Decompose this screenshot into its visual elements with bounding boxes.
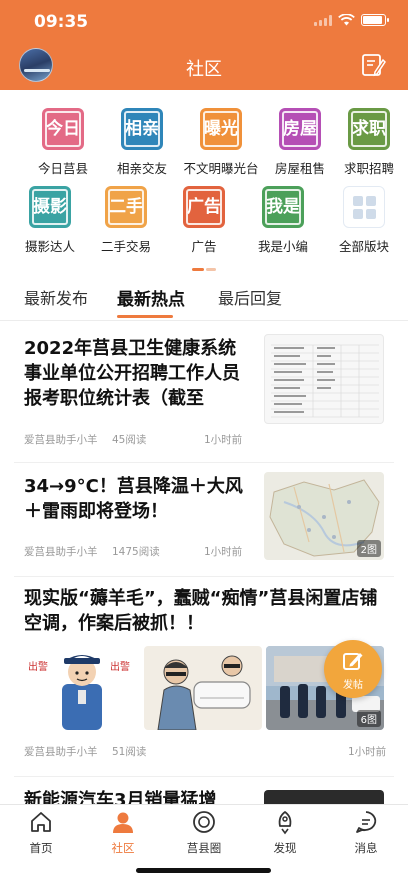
community-icon (113, 812, 133, 833)
post-title: 2022年莒县卫生健康系统事业单位公开招聘工作人员报考职位统计表（截至 (24, 338, 240, 409)
couple-icon: 相亲 (121, 108, 163, 150)
post-image-2 (144, 646, 262, 730)
tab-last-reply[interactable]: 最后回复 (218, 285, 282, 309)
post-thumbnail (264, 334, 384, 424)
image-count-badge: 6图 (356, 710, 381, 727)
post-meta: 爱莒县助手小羊 51阅读 1小时前 (24, 744, 386, 758)
post-title: 现实版“薅羊毛”，蠢贼“痴情”莒县闲置店铺空调，作案后被抓！！ (24, 588, 378, 634)
category-jobs[interactable]: 求职 求职招聘 (339, 108, 399, 177)
grid-icon (343, 186, 385, 228)
tabbar-juxian-circle[interactable]: 莒县圈 (174, 809, 234, 856)
post-item[interactable]: 2022年莒县卫生健康系统事业单位公开招聘工作人员报考职位统计表（截至 爱莒县助… (0, 322, 408, 462)
post-time: 1小时前 (348, 746, 387, 758)
tabbar-home[interactable]: 首页 (11, 809, 71, 856)
new-post-button[interactable]: 发帖 (324, 640, 382, 698)
rocket-icon (278, 811, 292, 835)
divider (14, 462, 394, 463)
editor-icon: 我是 (262, 186, 304, 228)
tabbar-community[interactable]: 社区 (93, 809, 153, 856)
post-thumbnail (264, 790, 384, 804)
post-meta: 爱莒县助手小羊 45阅读 1小时前 (24, 432, 244, 446)
post-time: 1小时前 (204, 434, 243, 446)
wifi-icon (338, 14, 355, 26)
home-indicator (136, 868, 271, 873)
category-dating[interactable]: 相亲 相亲交友 (102, 108, 182, 177)
divider (14, 576, 394, 577)
post-reads: 51阅读 (112, 746, 147, 758)
battery-icon (361, 14, 389, 26)
briefcase-icon: 求职 (348, 108, 390, 150)
category-housing[interactable]: 房屋 房屋租售 (260, 108, 340, 177)
post-reads: 45阅读 (112, 434, 147, 446)
post-thumbnail: 2图 (264, 472, 384, 560)
tab-hot-topics[interactable]: 最新热点 (117, 285, 185, 318)
post-item[interactable]: 新能源汽车3月销量猛增 (0, 780, 408, 804)
home-icon (31, 812, 51, 832)
calendar-icon: 今日 (42, 108, 84, 150)
svg-text:出警: 出警 (28, 660, 48, 673)
post-image-1: 出警 出警 (22, 646, 140, 730)
house-icon: 房屋 (279, 108, 321, 150)
post-title: 新能源汽车3月销量猛增 (24, 790, 217, 804)
category-photography[interactable]: 摄影 摄影达人 (10, 186, 90, 255)
megaphone-icon: 曝光 (200, 108, 242, 150)
circle-icon (193, 811, 215, 833)
page-title: 社区 (186, 59, 222, 80)
category-all[interactable]: 全部版块 (324, 186, 404, 255)
status-time: 09:35 (34, 12, 89, 32)
category-today-juxian[interactable]: 今日 今日莒县 (23, 108, 103, 177)
post-author: 爱莒县助手小羊 (24, 746, 98, 758)
tabbar-messages[interactable]: 消息 (336, 809, 396, 856)
post-reads: 1475阅读 (112, 546, 160, 558)
message-icon (356, 811, 377, 833)
feed-tabs: 最新发布 最新热点 最后回复 (0, 285, 408, 321)
tabbar-discover[interactable]: 发现 (255, 809, 315, 856)
category-exposure[interactable]: 曝光 不文明曝光台 (181, 108, 261, 177)
image-count-badge: 2图 (356, 540, 381, 557)
post-title: 34→9°C！莒县降温＋大风＋雷雨即将登场！ (24, 476, 243, 522)
post-time: 1小时前 (204, 546, 243, 558)
post-author: 爱莒县助手小羊 (24, 434, 98, 446)
active-tab-indicator (117, 315, 173, 318)
category-editor[interactable]: 我是 我是小编 (243, 186, 323, 255)
camera-icon: 摄影 (29, 186, 71, 228)
tab-latest-posts[interactable]: 最新发布 (24, 285, 88, 309)
post-item[interactable]: 34→9°C！莒县降温＋大风＋雷雨即将登场！ 2图 爱莒县助手小羊 1475阅读… (0, 464, 408, 576)
shopping-bag-icon: 二手 (105, 186, 147, 228)
edit-icon (343, 653, 363, 670)
category-ads[interactable]: 广告 广告 (164, 186, 244, 255)
post-author: 爱莒县助手小羊 (24, 546, 98, 558)
chart-board-icon: 广告 (183, 186, 225, 228)
category-secondhand[interactable]: 二手 二手交易 (86, 186, 166, 255)
signal-icon (314, 14, 332, 26)
compose-icon[interactable] (360, 52, 386, 78)
status-icons (314, 14, 389, 26)
divider (14, 776, 394, 777)
page-indicator (192, 268, 216, 271)
post-meta: 爱莒县助手小羊 1475阅读 1小时前 (24, 544, 244, 558)
svg-text:出警: 出警 (110, 660, 130, 673)
top-header: 09:35 社区 (0, 0, 408, 90)
